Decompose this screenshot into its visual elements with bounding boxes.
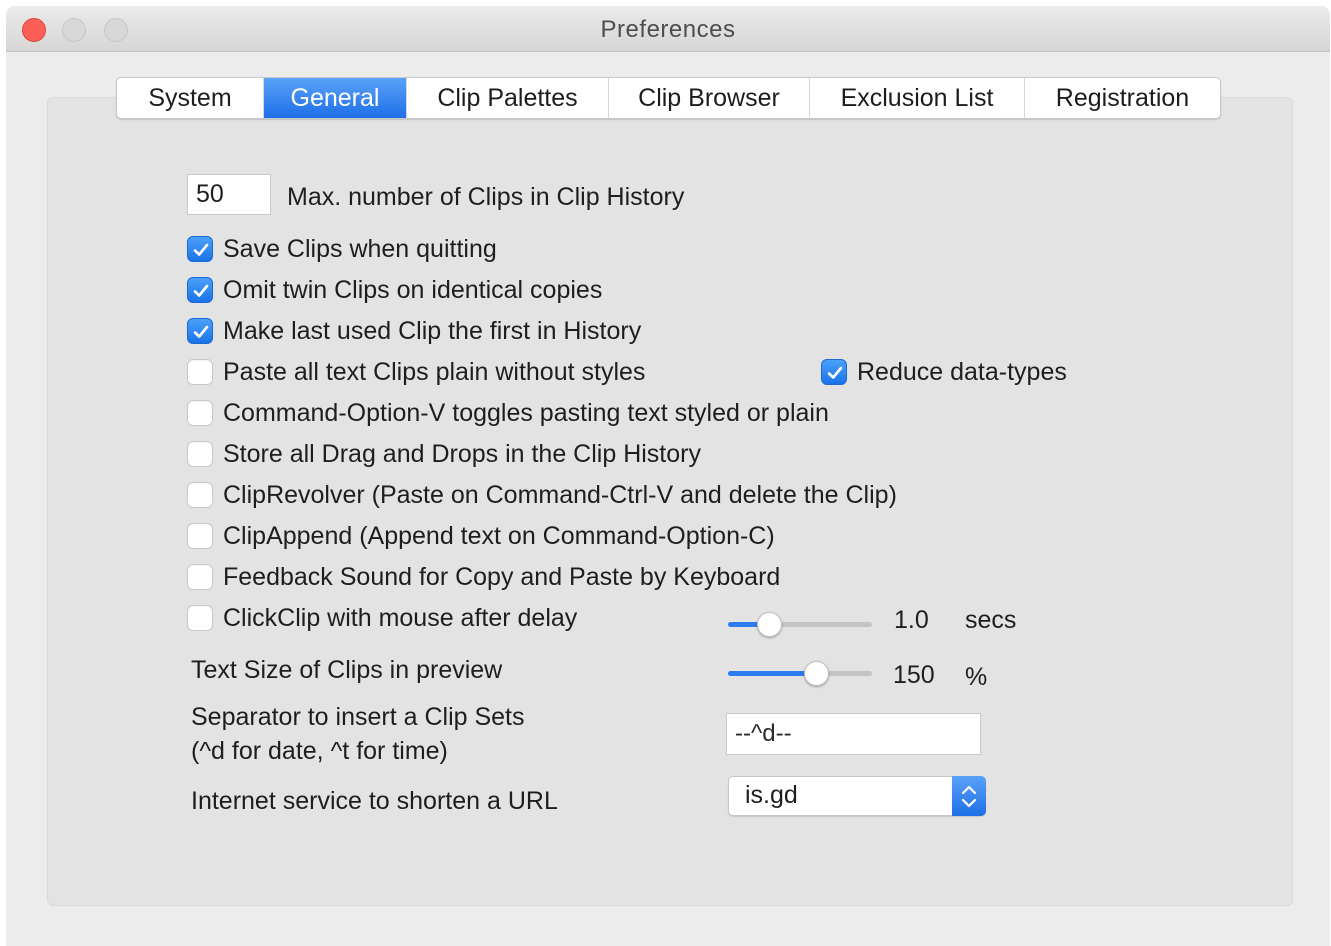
click-delay-value: 1.0 (894, 606, 929, 634)
last-used-first-checkbox[interactable] (187, 318, 213, 344)
text-size-value: 150 (893, 661, 935, 689)
checkmark-icon (827, 366, 843, 379)
clipappend-checkbox[interactable] (187, 523, 213, 549)
save-clips-label: Save Clips when quitting (223, 235, 497, 263)
slider-knob[interactable] (804, 661, 830, 686)
separator-label: Separator to insert a Clip Sets (191, 703, 525, 731)
tab-bar: System General Clip Palettes Clip Browse… (116, 77, 1221, 119)
save-clips-checkbox[interactable] (187, 236, 213, 262)
checkmark-icon (193, 325, 209, 338)
max-clips-label: Max. number of Clips in Clip History (287, 183, 685, 211)
text-size-slider[interactable] (728, 661, 872, 687)
reduce-datatypes-label: Reduce data-types (857, 358, 1067, 386)
chevron-up-down-icon (952, 776, 986, 816)
tab-clip-palettes[interactable]: Clip Palettes (407, 78, 609, 118)
tab-exclusion-list[interactable]: Exclusion List (810, 78, 1025, 118)
cliprevolver-label: ClipRevolver (Paste on Command-Ctrl-V an… (223, 481, 897, 509)
feedback-sound-label: Feedback Sound for Copy and Paste by Key… (223, 563, 781, 591)
separator-hint: (^d for date, ^t for time) (191, 737, 448, 765)
clickclip-label: ClickClip with mouse after delay (223, 604, 578, 632)
tab-system[interactable]: System (117, 78, 264, 118)
window-title: Preferences (600, 16, 736, 43)
clickclip-checkbox[interactable] (187, 605, 213, 631)
omit-twin-clips-checkbox[interactable] (187, 277, 213, 303)
checkmark-icon (193, 243, 209, 256)
last-used-first-label: Make last used Clip the first in History (223, 317, 642, 345)
preferences-window: Preferences System General Clip Palettes… (6, 6, 1330, 946)
text-size-label: Text Size of Clips in preview (191, 656, 503, 684)
click-delay-unit: secs (965, 606, 1017, 634)
store-drag-drops-checkbox[interactable] (187, 441, 213, 467)
cliprevolver-checkbox[interactable] (187, 482, 213, 508)
url-service-value: is.gd (745, 781, 798, 809)
title-bar: Preferences (6, 6, 1330, 52)
omit-twin-clips-label: Omit twin Clips on identical copies (223, 276, 603, 304)
separator-field[interactable]: --^d-- (726, 713, 981, 755)
url-service-popup[interactable]: is.gd (728, 776, 986, 816)
tab-general[interactable]: General (264, 78, 407, 118)
reduce-datatypes-checkbox[interactable] (821, 359, 847, 385)
store-drag-drops-label: Store all Drag and Drops in the Clip His… (223, 440, 701, 468)
tab-clip-browser[interactable]: Clip Browser (609, 78, 810, 118)
toggle-styled-plain-label: Command-Option-V toggles pasting text st… (223, 399, 829, 427)
max-clips-field[interactable]: 50 (187, 174, 271, 215)
tab-registration[interactable]: Registration (1025, 78, 1220, 118)
checkmark-icon (193, 284, 209, 297)
toggle-styled-plain-checkbox[interactable] (187, 400, 213, 426)
text-size-unit: % (965, 663, 988, 691)
url-service-label: Internet service to shorten a URL (191, 787, 558, 815)
paste-plain-label: Paste all text Clips plain without style… (223, 358, 646, 386)
click-delay-slider[interactable] (728, 612, 872, 638)
clipappend-label: ClipAppend (Append text on Command-Optio… (223, 522, 775, 550)
slider-knob[interactable] (756, 612, 782, 637)
feedback-sound-checkbox[interactable] (187, 564, 213, 590)
paste-plain-checkbox[interactable] (187, 359, 213, 385)
